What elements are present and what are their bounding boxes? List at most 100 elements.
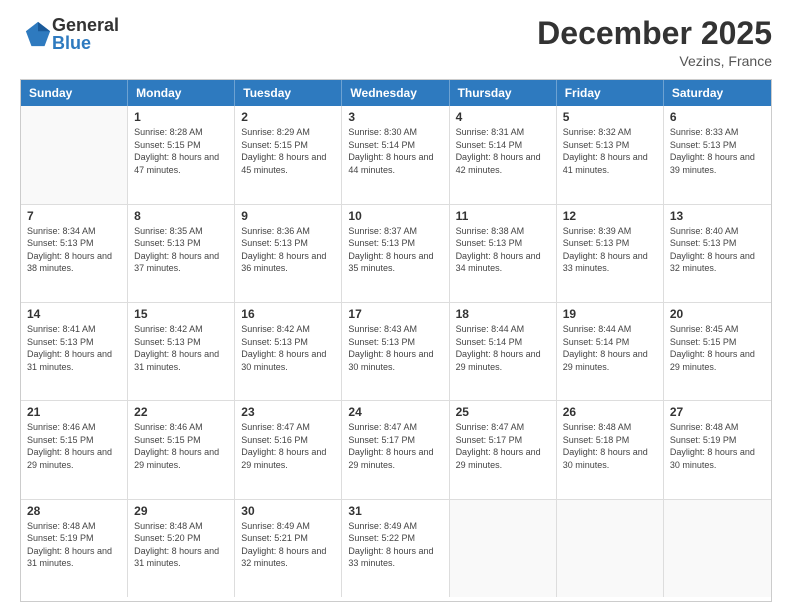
calendar-header-cell: Friday: [557, 80, 664, 106]
logo: General Blue: [20, 16, 119, 52]
logo-icon: [24, 20, 52, 48]
day-number: 11: [456, 209, 550, 223]
cell-info: Sunrise: 8:48 AMSunset: 5:19 PMDaylight:…: [27, 520, 121, 570]
cell-info: Sunrise: 8:47 AMSunset: 5:17 PMDaylight:…: [456, 421, 550, 471]
calendar-cell: 26Sunrise: 8:48 AMSunset: 5:18 PMDayligh…: [557, 401, 664, 498]
calendar-cell: 20 Sunrise: 8:45 AMSunset: 5:15 PMDayligh…: [664, 303, 771, 400]
calendar-cell: 27 Sunrise: 8:48 AMSunset: 5:19 PMDayligh…: [664, 401, 771, 498]
calendar-cell: 23Sunrise: 8:47 AMSunset: 5:16 PMDayligh…: [235, 401, 342, 498]
day-number: 30: [241, 504, 335, 518]
cell-info: Sunrise: 8:31 AMSunset: 5:14 PMDaylight:…: [456, 126, 550, 176]
cell-info: Sunrise: 8:49 AMSunset: 5:21 PMDaylight:…: [241, 520, 335, 570]
cell-info: Sunrise: 8:33 AMSunset: 5:13 PMDaylight:…: [670, 126, 765, 176]
cell-info: Sunrise: 8:30 AMSunset: 5:14 PMDaylight:…: [348, 126, 442, 176]
calendar-cell: [664, 500, 771, 597]
day-number: 7: [27, 209, 121, 223]
day-number: 1: [134, 110, 228, 124]
month-title: December 2025: [537, 16, 772, 51]
day-number: 10: [348, 209, 442, 223]
day-number: 29: [134, 504, 228, 518]
calendar-cell: 17Sunrise: 8:43 AMSunset: 5:13 PMDayligh…: [342, 303, 449, 400]
day-number: 21: [27, 405, 121, 419]
cell-info: Sunrise: 8:29 AMSunset: 5:15 PMDaylight:…: [241, 126, 335, 176]
calendar-cell: 22 Sunrise: 8:46 AMSunset: 5:15 PMDayligh…: [128, 401, 235, 498]
calendar-cell: 13 Sunrise: 8:40 AMSunset: 5:13 PMDayligh…: [664, 205, 771, 302]
cell-info: Sunrise: 8:44 AMSunset: 5:14 PMDaylight:…: [563, 323, 657, 373]
calendar: SundayMondayTuesdayWednesdayThursdayFrid…: [20, 79, 772, 602]
calendar-row: 21 Sunrise: 8:46 AMSunset: 5:15 PMDayligh…: [21, 401, 771, 499]
day-number: 27: [670, 405, 765, 419]
calendar-cell: 31Sunrise: 8:49 AMSunset: 5:22 PMDayligh…: [342, 500, 449, 597]
calendar-cell: [21, 106, 128, 203]
calendar-body: 1Sunrise: 8:28 AMSunset: 5:15 PMDaylight…: [21, 106, 771, 597]
cell-info: Sunrise: 8:49 AMSunset: 5:22 PMDaylight:…: [348, 520, 442, 570]
cell-info: Sunrise: 8:43 AMSunset: 5:13 PMDaylight:…: [348, 323, 442, 373]
calendar-header-cell: Thursday: [450, 80, 557, 106]
cell-info: Sunrise: 8:44 AMSunset: 5:14 PMDaylight:…: [456, 323, 550, 373]
calendar-cell: 7Sunrise: 8:34 AMSunset: 5:13 PMDaylight…: [21, 205, 128, 302]
calendar-cell: 28Sunrise: 8:48 AMSunset: 5:19 PMDayligh…: [21, 500, 128, 597]
calendar-cell: 9 Sunrise: 8:36 AMSunset: 5:13 PMDaylight…: [235, 205, 342, 302]
calendar-cell: 5Sunrise: 8:32 AMSunset: 5:13 PMDaylight…: [557, 106, 664, 203]
day-number: 2: [241, 110, 335, 124]
day-number: 13: [670, 209, 765, 223]
page: General Blue December 2025 Vezins, Franc…: [0, 0, 792, 612]
day-number: 12: [563, 209, 657, 223]
calendar-cell: 1Sunrise: 8:28 AMSunset: 5:15 PMDaylight…: [128, 106, 235, 203]
calendar-row: 7Sunrise: 8:34 AMSunset: 5:13 PMDaylight…: [21, 205, 771, 303]
calendar-cell: 16Sunrise: 8:42 AMSunset: 5:13 PMDayligh…: [235, 303, 342, 400]
day-number: 18: [456, 307, 550, 321]
logo-blue-text: Blue: [52, 34, 119, 52]
day-number: 22: [134, 405, 228, 419]
calendar-header-cell: Saturday: [664, 80, 771, 106]
calendar-cell: 10 Sunrise: 8:37 AMSunset: 5:13 PMDayligh…: [342, 205, 449, 302]
title-section: December 2025 Vezins, France: [537, 16, 772, 69]
calendar-cell: 18 Sunrise: 8:44 AMSunset: 5:14 PMDayligh…: [450, 303, 557, 400]
cell-info: Sunrise: 8:46 AMSunset: 5:15 PMDaylight:…: [134, 421, 228, 471]
calendar-cell: 12Sunrise: 8:39 AMSunset: 5:13 PMDayligh…: [557, 205, 664, 302]
calendar-cell: 24 Sunrise: 8:47 AMSunset: 5:17 PMDayligh…: [342, 401, 449, 498]
calendar-cell: 14 Sunrise: 8:41 AMSunset: 5:13 PMDayligh…: [21, 303, 128, 400]
calendar-header-cell: Sunday: [21, 80, 128, 106]
day-number: 15: [134, 307, 228, 321]
calendar-row: 28Sunrise: 8:48 AMSunset: 5:19 PMDayligh…: [21, 500, 771, 597]
calendar-header-cell: Tuesday: [235, 80, 342, 106]
logo-text: General Blue: [52, 16, 119, 52]
calendar-cell: [450, 500, 557, 597]
calendar-cell: 4 Sunrise: 8:31 AMSunset: 5:14 PMDaylight…: [450, 106, 557, 203]
cell-info: Sunrise: 8:45 AMSunset: 5:15 PMDaylight:…: [670, 323, 765, 373]
header: General Blue December 2025 Vezins, Franc…: [20, 16, 772, 69]
day-number: 24: [348, 405, 442, 419]
day-number: 3: [348, 110, 442, 124]
calendar-cell: 15 Sunrise: 8:42 AMSunset: 5:13 PMDayligh…: [128, 303, 235, 400]
cell-info: Sunrise: 8:40 AMSunset: 5:13 PMDaylight:…: [670, 225, 765, 275]
day-number: 20: [670, 307, 765, 321]
calendar-cell: 21 Sunrise: 8:46 AMSunset: 5:15 PMDayligh…: [21, 401, 128, 498]
calendar-cell: [557, 500, 664, 597]
calendar-header-cell: Wednesday: [342, 80, 449, 106]
cell-info: Sunrise: 8:48 AMSunset: 5:20 PMDaylight:…: [134, 520, 228, 570]
cell-info: Sunrise: 8:41 AMSunset: 5:13 PMDaylight:…: [27, 323, 121, 373]
calendar-cell: 8Sunrise: 8:35 AMSunset: 5:13 PMDaylight…: [128, 205, 235, 302]
cell-info: Sunrise: 8:37 AMSunset: 5:13 PMDaylight:…: [348, 225, 442, 275]
cell-info: Sunrise: 8:47 AMSunset: 5:16 PMDaylight:…: [241, 421, 335, 471]
calendar-cell: 29 Sunrise: 8:48 AMSunset: 5:20 PMDayligh…: [128, 500, 235, 597]
cell-info: Sunrise: 8:48 AMSunset: 5:19 PMDaylight:…: [670, 421, 765, 471]
logo-general-text: General: [52, 16, 119, 34]
day-number: 6: [670, 110, 765, 124]
calendar-cell: 11Sunrise: 8:38 AMSunset: 5:13 PMDayligh…: [450, 205, 557, 302]
day-number: 14: [27, 307, 121, 321]
cell-info: Sunrise: 8:36 AMSunset: 5:13 PMDaylight:…: [241, 225, 335, 275]
cell-info: Sunrise: 8:46 AMSunset: 5:15 PMDaylight:…: [27, 421, 121, 471]
day-number: 4: [456, 110, 550, 124]
day-number: 8: [134, 209, 228, 223]
cell-info: Sunrise: 8:47 AMSunset: 5:17 PMDaylight:…: [348, 421, 442, 471]
calendar-row: 1Sunrise: 8:28 AMSunset: 5:15 PMDaylight…: [21, 106, 771, 204]
calendar-cell: 6 Sunrise: 8:33 AMSunset: 5:13 PMDaylight…: [664, 106, 771, 203]
calendar-cell: 3 Sunrise: 8:30 AMSunset: 5:14 PMDaylight…: [342, 106, 449, 203]
cell-info: Sunrise: 8:42 AMSunset: 5:13 PMDaylight:…: [134, 323, 228, 373]
day-number: 9: [241, 209, 335, 223]
cell-info: Sunrise: 8:48 AMSunset: 5:18 PMDaylight:…: [563, 421, 657, 471]
calendar-cell: 25Sunrise: 8:47 AMSunset: 5:17 PMDayligh…: [450, 401, 557, 498]
cell-info: Sunrise: 8:42 AMSunset: 5:13 PMDaylight:…: [241, 323, 335, 373]
